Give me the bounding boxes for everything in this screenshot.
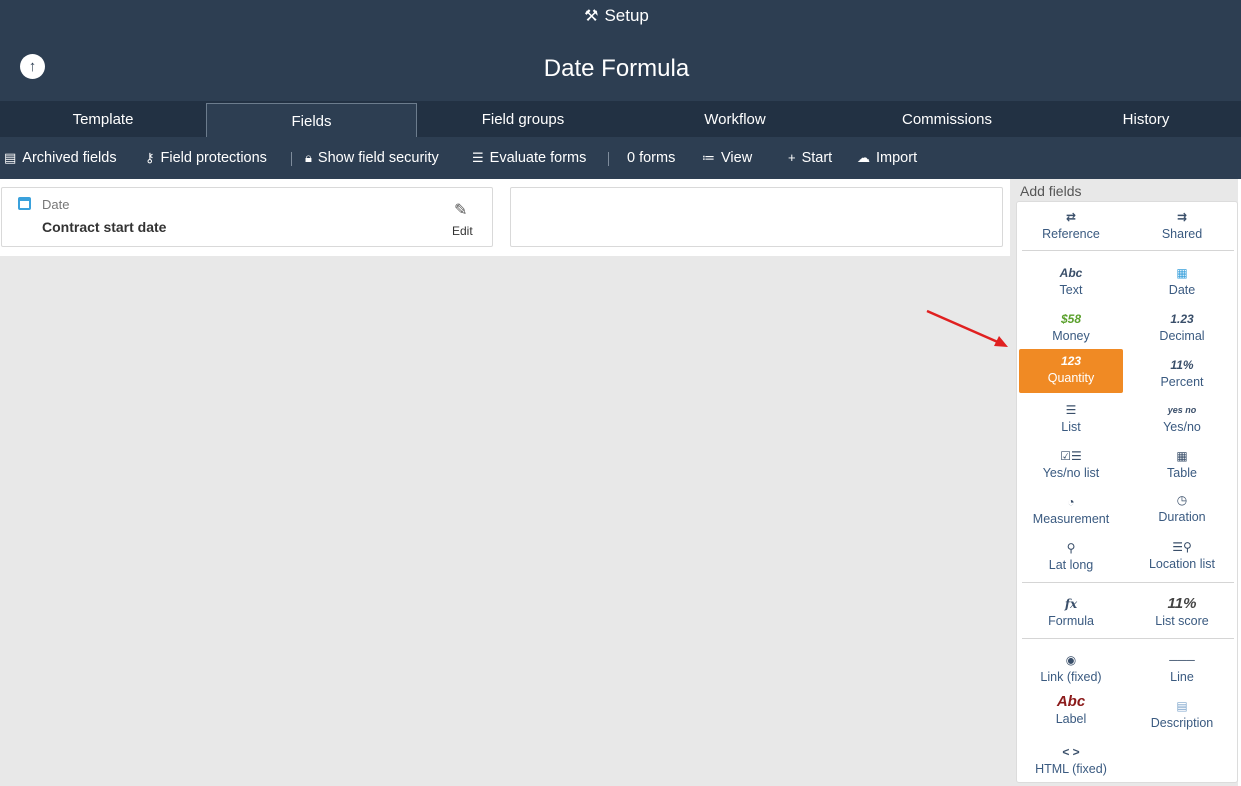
add-fields-panel: Add fields ⇄ Reference ⇉ Shared Abc Text ▦ D… [1015, 179, 1241, 786]
reference-icon: ⇄ [1065, 210, 1077, 224]
add-description-button[interactable]: ▤ Description [1130, 694, 1234, 738]
field-card[interactable]: Date Contract start date ✎ Edit [1, 187, 493, 247]
code-icon: < > [1062, 745, 1080, 759]
tab-template[interactable]: Template [0, 101, 206, 137]
add-line-button[interactable]: ─── Line [1130, 648, 1234, 692]
import-button[interactable]: ☁ Import [857, 150, 917, 166]
field-name: Contract start date [42, 219, 167, 235]
add-html-fixed-button[interactable]: < > HTML (fixed) [1019, 740, 1123, 784]
start-button[interactable]: + Start [788, 150, 832, 166]
add-list-button[interactable]: ☰ List [1019, 398, 1123, 442]
forms-count[interactable]: 0 forms [627, 150, 675, 166]
list-score-icon: 11% [1167, 595, 1197, 612]
tab-workflow[interactable]: Workflow [629, 101, 841, 137]
divider [1022, 582, 1234, 583]
add-measurement-button[interactable]: ◔ Measurement [1019, 490, 1123, 534]
tab-commissions[interactable]: Commissions [841, 101, 1053, 137]
field-type-label: Date [42, 197, 70, 212]
divider [1022, 250, 1234, 251]
description-icon: ▤ [1176, 699, 1188, 713]
tab-history[interactable]: History [1053, 101, 1239, 137]
quantity-icon: 123 [1060, 354, 1082, 368]
header: ⚒ Setup ↑ Date Formula [0, 0, 1241, 101]
archive-icon: ▤ [4, 150, 17, 165]
toolbar-divider [291, 152, 292, 166]
add-fields-title: Add fields [1020, 183, 1082, 199]
yesno-icon: yes no [1167, 405, 1197, 415]
add-money-button[interactable]: $58 Money [1019, 307, 1123, 351]
page-title: Date Formula [543, 55, 690, 82]
globe-icon: ◉ [1065, 653, 1077, 667]
add-date-button[interactable]: ▦ Date [1130, 261, 1234, 305]
add-yesno-button[interactable]: yes no Yes/no [1130, 398, 1234, 442]
map-pin-icon: ⚲ [1066, 541, 1076, 555]
decimal-icon: 1.23 [1170, 312, 1194, 326]
tab-bar: Template Fields Field groups Workflow Co… [0, 101, 1241, 137]
toolbar-divider [608, 152, 609, 166]
empty-field-slot[interactable] [510, 187, 1003, 247]
money-icon: $58 [1060, 312, 1082, 326]
clock-icon: ◷ [1176, 493, 1188, 507]
gauge-icon: ◔ [1067, 495, 1075, 509]
formula-icon: fx [1064, 597, 1078, 611]
list-icon: ☰ [1065, 403, 1077, 417]
add-shared-button[interactable]: ⇉ Shared [1130, 205, 1234, 249]
add-formula-button[interactable]: fx Formula [1019, 592, 1123, 636]
checklist-icon: ☑☰ [1060, 449, 1082, 463]
plus-icon: + [788, 150, 796, 165]
add-text-button[interactable]: Abc Text [1019, 261, 1123, 305]
toolbar: ▤ Archived fields ⚷ Field protections 🔒︎ Sh… [0, 137, 1241, 179]
view-button[interactable]: ≔ View [702, 150, 752, 166]
add-quantity-button[interactable]: 123 Quantity [1019, 349, 1123, 393]
add-location-list-button[interactable]: ☰⚲ Location list [1130, 535, 1234, 579]
percent-icon: 11% [1170, 358, 1194, 372]
setup-title: ⚒ Setup [584, 6, 649, 25]
add-list-score-button[interactable]: 11% List score [1130, 592, 1234, 636]
list-icon: ≔ [702, 150, 715, 165]
tools-icon: ⚒ [584, 8, 599, 25]
add-fields-box: ⇄ Reference ⇉ Shared Abc Text ▦ Date $58 Mone… [1016, 201, 1238, 783]
add-link-fixed-button[interactable]: ◉ Link (fixed) [1019, 648, 1123, 692]
key-icon: ⚷ [145, 150, 155, 165]
pencil-icon[interactable]: ✎ [454, 200, 467, 220]
add-label-button[interactable]: Abc Label [1019, 690, 1123, 734]
label-icon: Abc [1056, 693, 1086, 710]
shared-icon: ⇉ [1176, 210, 1188, 224]
location-list-icon: ☰⚲ [1172, 540, 1192, 554]
add-decimal-button[interactable]: 1.23 Decimal [1130, 307, 1234, 351]
lock-icon: 🔒︎ [305, 150, 312, 165]
edit-button[interactable]: Edit [452, 224, 473, 238]
add-duration-button[interactable]: ◷ Duration [1130, 488, 1234, 532]
calendar-icon [18, 197, 31, 210]
table-icon: ▦ [1176, 449, 1188, 463]
add-yesno-list-button[interactable]: ☑☰ Yes/no list [1019, 444, 1123, 488]
add-reference-button[interactable]: ⇄ Reference [1019, 205, 1123, 249]
fields-area: Date Contract start date ✎ Edit [0, 179, 1010, 256]
field-protections-button[interactable]: ⚷ Field protections [145, 150, 267, 166]
archived-fields-button[interactable]: ▤ Archived fields [4, 150, 117, 166]
show-field-security-button[interactable]: 🔒︎ Show field security [305, 150, 439, 166]
text-icon: Abc [1059, 266, 1083, 280]
cloud-upload-icon: ☁ [857, 150, 870, 165]
add-percent-button[interactable]: 11% Percent [1130, 353, 1234, 397]
line-icon: ─── [1169, 653, 1195, 667]
add-table-button[interactable]: ▦ Table [1130, 444, 1234, 488]
evaluate-forms-button[interactable]: ☰ Evaluate forms [472, 150, 586, 166]
calendar-icon: ▦ [1176, 266, 1188, 280]
tab-fields[interactable]: Fields [206, 103, 417, 137]
add-latlong-button[interactable]: ⚲ Lat long [1019, 536, 1123, 580]
divider [1022, 638, 1234, 639]
tab-field-groups[interactable]: Field groups [417, 101, 629, 137]
red-arrow-annotation [926, 309, 1008, 347]
database-icon: ☰ [472, 150, 484, 165]
